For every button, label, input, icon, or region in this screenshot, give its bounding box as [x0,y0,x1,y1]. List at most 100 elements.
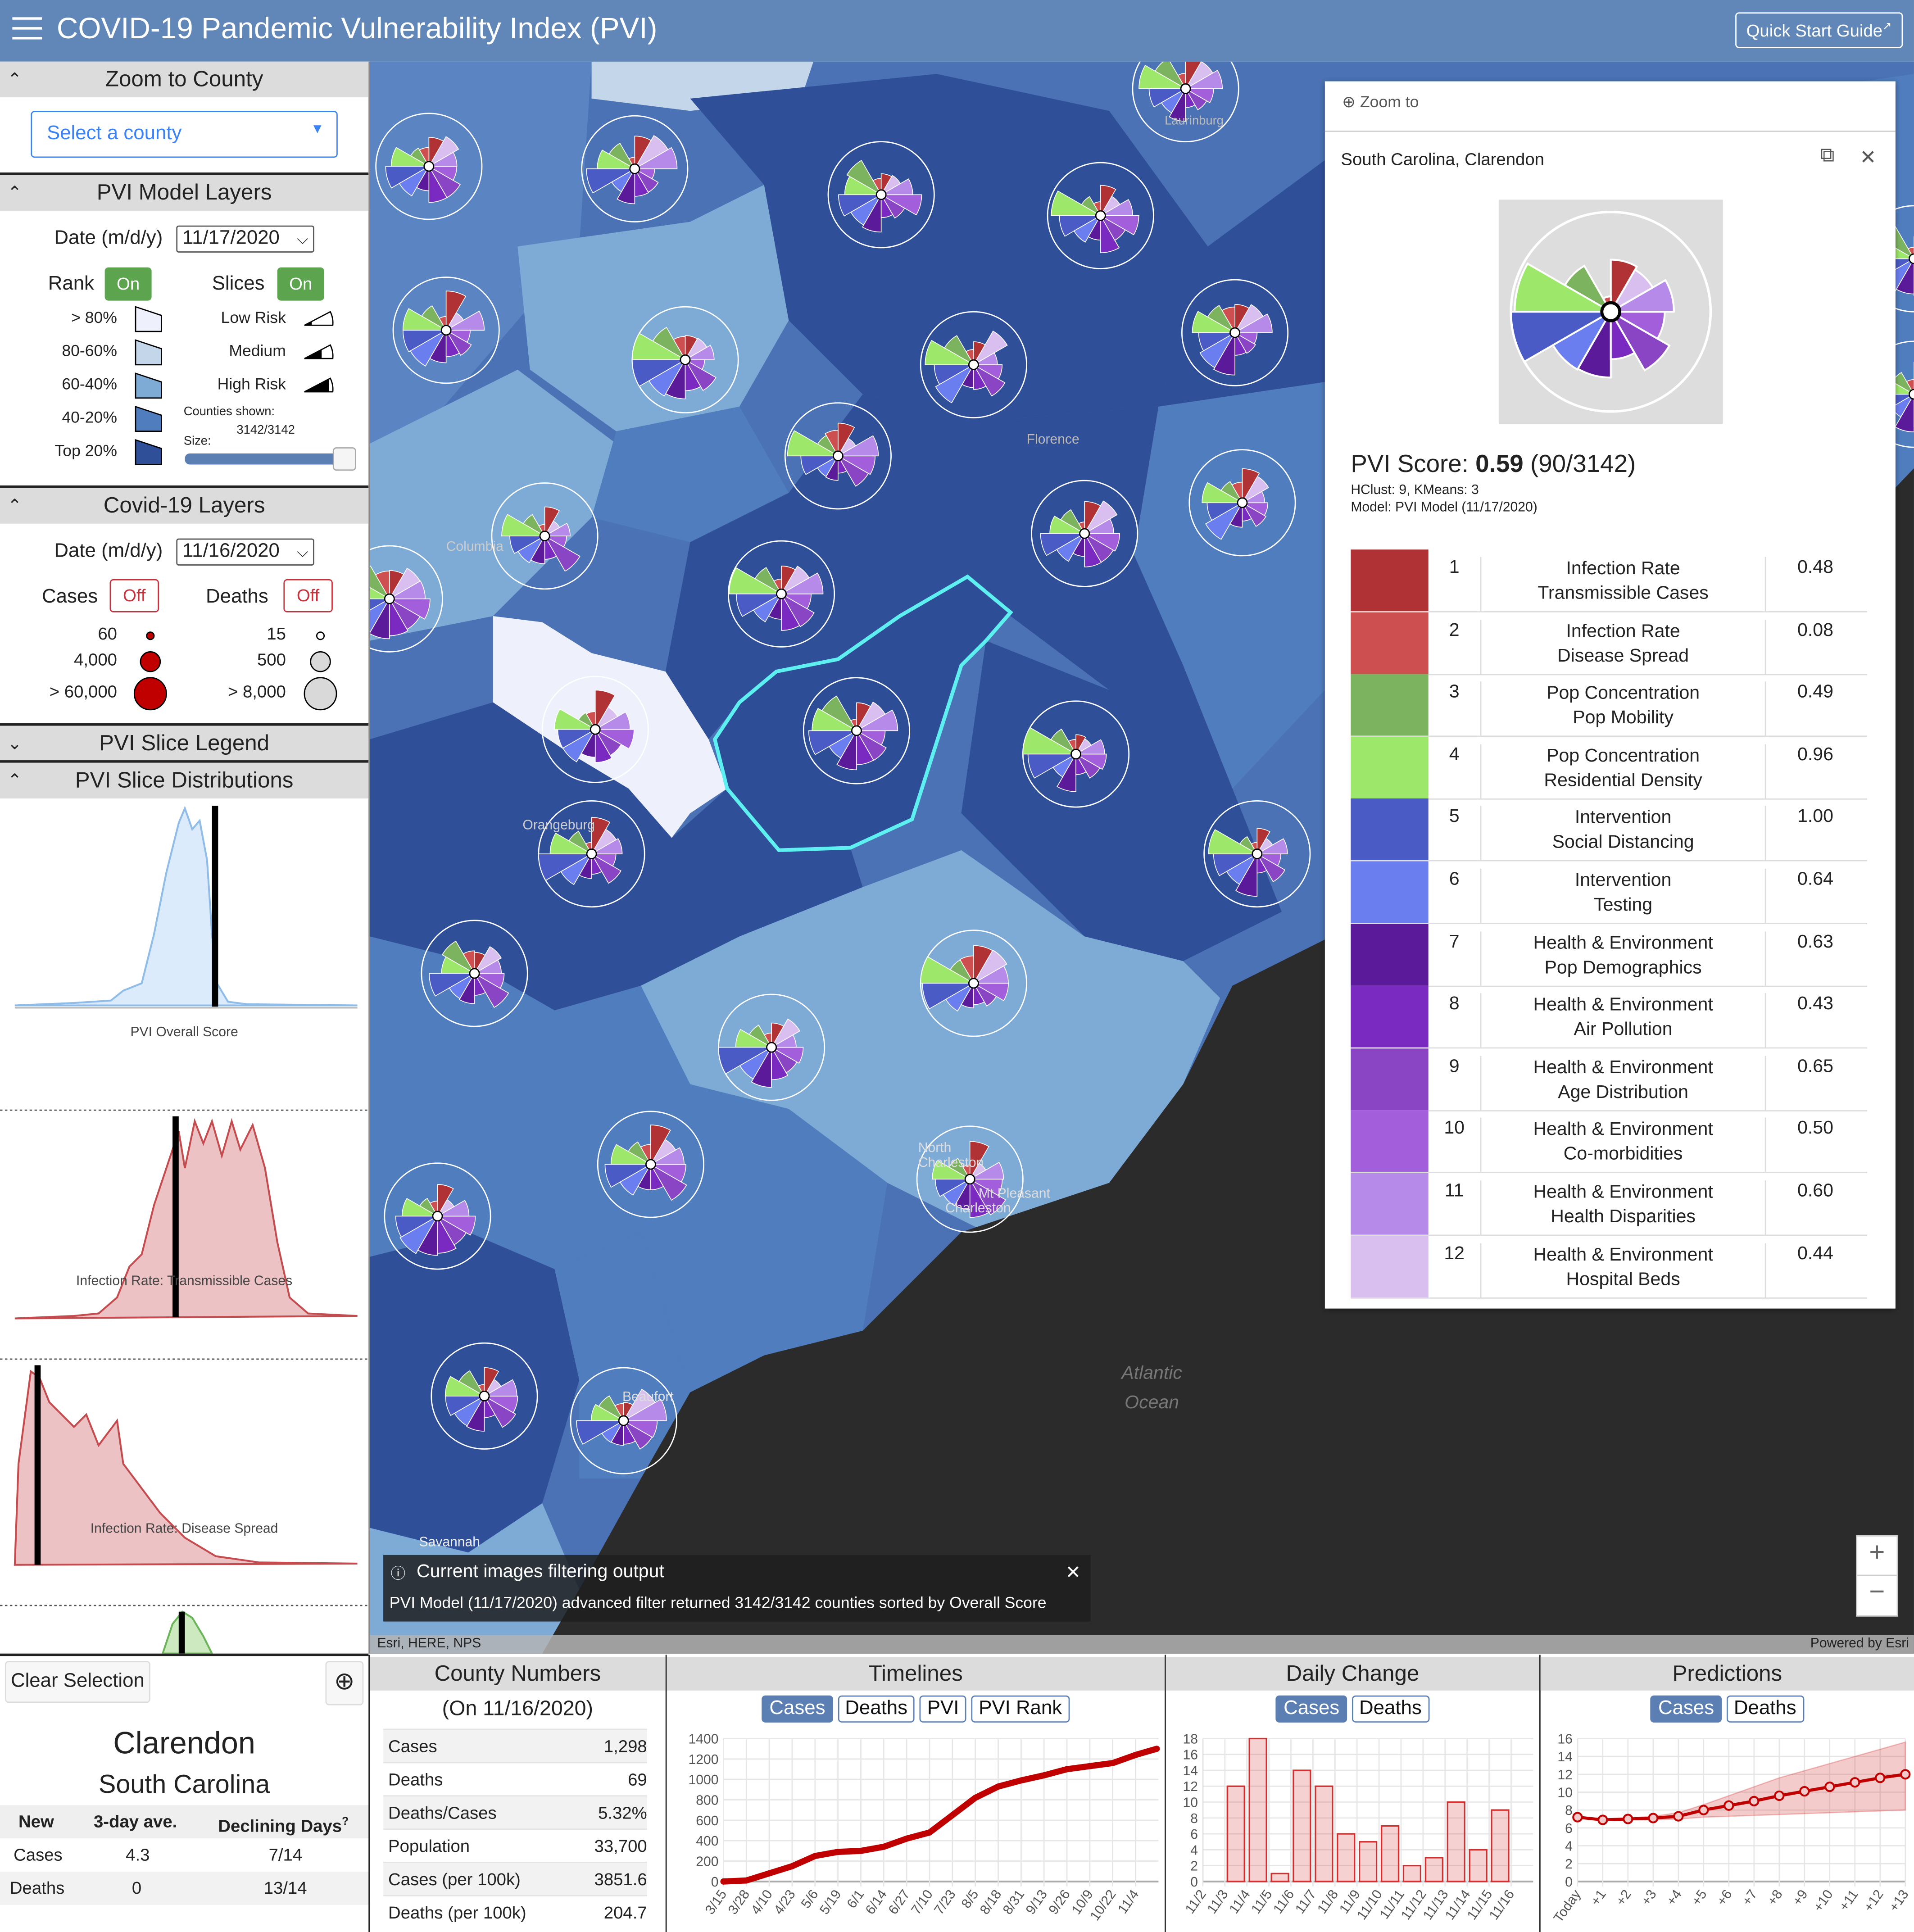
slices-toggle[interactable]: On [277,267,324,301]
notice-close-icon[interactable]: ✕ [1066,1561,1081,1583]
pvi-model-layers-header[interactable]: ⌃ PVI Model Layers [0,172,369,211]
slice-row: 11 Health & Environment Health Disparities… [1351,1173,1867,1236]
size-slider-handle[interactable] [332,447,356,471]
deaths-legend-label: 500 [257,649,286,669]
x-tick-label: 11/6 [1270,1887,1297,1916]
timelines-tab-pvi-rank[interactable]: PVI Rank [971,1695,1070,1723]
cases-bubble [140,651,161,672]
county-number-row: Cases 1,298 [383,1728,647,1764]
help-icon[interactable]: ? [342,1815,349,1827]
predictions-tab-cases[interactable]: Cases [1651,1695,1722,1723]
map-label: Beaufort [622,1390,674,1405]
x-tick-label: 8/18 [977,1887,1005,1917]
clear-selection-button[interactable]: Clear Selection [5,1661,150,1703]
model-info: Model: PVI Model (11/17/2020) [1351,500,1538,515]
slice-category: Health & Environment [1533,994,1713,1016]
pvi-score-label: PVI Score: [1351,451,1469,478]
county-pvi-glyph[interactable] [1132,61,1239,142]
cases-point [1153,1746,1160,1752]
chevron-down-icon: ⌄ [7,733,22,753]
metric-value: 3851.6 [594,1869,647,1889]
pvi-date-select[interactable]: 11/17/2020 ⌵ [176,225,314,253]
x-tick-label: +10 [1810,1887,1836,1914]
pvi-score-rank: (90/3142) [1530,451,1636,478]
x-tick-label: +4 [1664,1887,1685,1908]
slice-subcategory: Pop Mobility [1573,707,1674,729]
slice-value: 0.50 [1797,1118,1833,1139]
x-tick-label: 4/10 [748,1887,776,1917]
slice-rank: 7 [1429,931,1482,985]
close-icon[interactable]: ✕ [1860,145,1877,170]
info-icon: ⓘ [390,1565,406,1583]
dock-icon[interactable]: ⧉ [1820,145,1834,168]
cases-point [1064,1766,1070,1773]
county-pvi-glyph[interactable] [581,115,689,222]
zoom-out-button[interactable]: − [1857,1576,1897,1614]
zoom-to-action[interactable]: ⊕ Zoom to [1342,92,1419,112]
county-select[interactable]: Select a county ▼ [31,111,338,158]
slice-rank: 8 [1429,993,1482,1048]
metric-value: 69 [628,1769,647,1789]
covid-date-label: Date (m/d/y) [54,541,163,562]
declining-days-label: Declining Days [218,1815,342,1836]
slice-color-swatch [1351,612,1429,674]
slice-category: Pop Concentration [1547,745,1700,766]
predictions-title: Predictions [1540,1657,1914,1691]
pvi-slice-legend-header[interactable]: ⌄ PVI Slice Legend [0,723,369,762]
rose-center [964,1174,975,1185]
prediction-point [1875,1773,1886,1783]
daily-bar [1293,1769,1311,1882]
cell: 7/14 [268,1844,303,1864]
pvi-slice-distributions-header[interactable]: ⌃ PVI Slice Distributions [0,760,369,798]
rose-center [1229,327,1241,338]
rank-legend-label: 80-60% [62,341,117,360]
slice-value: 0.49 [1797,681,1833,703]
covid-date-select[interactable]: 11/16/2020 ⌵ [176,538,314,566]
slice-row: 6 Intervention Testing 0.64 [1351,861,1867,924]
daily-tab-deaths[interactable]: Deaths [1352,1695,1429,1723]
slice-color-swatch [1351,549,1429,612]
metric-value: 1,298 [603,1736,647,1756]
section-title: PVI Slice Distributions [75,767,294,793]
deaths-toggle[interactable]: Off [283,579,333,612]
slice-name: Health & Environment Air Pollution [1481,993,1766,1048]
size-slider[interactable] [185,447,356,471]
table-row: Deaths 0 13/14 [0,1871,369,1905]
predictions-tab-deaths[interactable]: Deaths [1726,1695,1804,1723]
slice-color-swatch [1351,1111,1429,1173]
map-label: North Charleston [918,1141,984,1171]
timelines-tab-cases[interactable]: Cases [762,1695,833,1723]
metric-value: 5.32% [598,1802,647,1823]
metric-label: Deaths/Cases [388,1802,497,1823]
y-tick-label: 4 [1190,1843,1198,1858]
rank-toggle[interactable]: On [104,267,152,301]
rose-center [629,163,640,174]
slice-rank: 11 [1429,1180,1482,1235]
zoom-to-county-button[interactable]: ⊕ [325,1661,364,1705]
x-tick-label: +11 [1837,1887,1861,1914]
y-tick-label: 8 [1565,1803,1573,1818]
ocean-label-line: Ocean [1125,1392,1179,1414]
timelines-tab-pvi[interactable]: PVI [920,1695,966,1723]
covid-date-value: 11/16/2020 [182,541,280,562]
zoom-to-county-header[interactable]: ⌃ Zoom to County [0,61,369,98]
zoom-in-button[interactable]: + [1857,1537,1897,1576]
attribution-bar: Esri, HERE, NPS Powered by Esri [369,1635,1914,1654]
covid-layers-header[interactable]: ⌃ Covid-19 Layers [0,485,369,524]
x-tick-label: +6 [1714,1887,1735,1908]
cases-toggle[interactable]: Off [109,579,159,612]
county-pvi-glyph[interactable] [1203,800,1311,908]
pvi-score: PVI Score: 0.59 (90/3142) [1351,451,1636,479]
slices-label: Slices [212,273,265,295]
prediction-point [1774,1790,1785,1801]
rose-center [680,354,691,365]
daily-tab-cases[interactable]: Cases [1276,1695,1347,1723]
cases-point [995,1783,1002,1790]
slice-value: 0.48 [1797,557,1833,578]
quick-start-guide-button[interactable]: Quick Start Guide↗ [1735,12,1903,48]
slice-risk-icon [304,377,334,393]
timelines-tab-deaths[interactable]: Deaths [837,1695,915,1723]
metric-value: 204.7 [603,1902,647,1923]
hamburger-menu-icon[interactable] [12,17,42,42]
daily-bar [1469,1849,1488,1882]
